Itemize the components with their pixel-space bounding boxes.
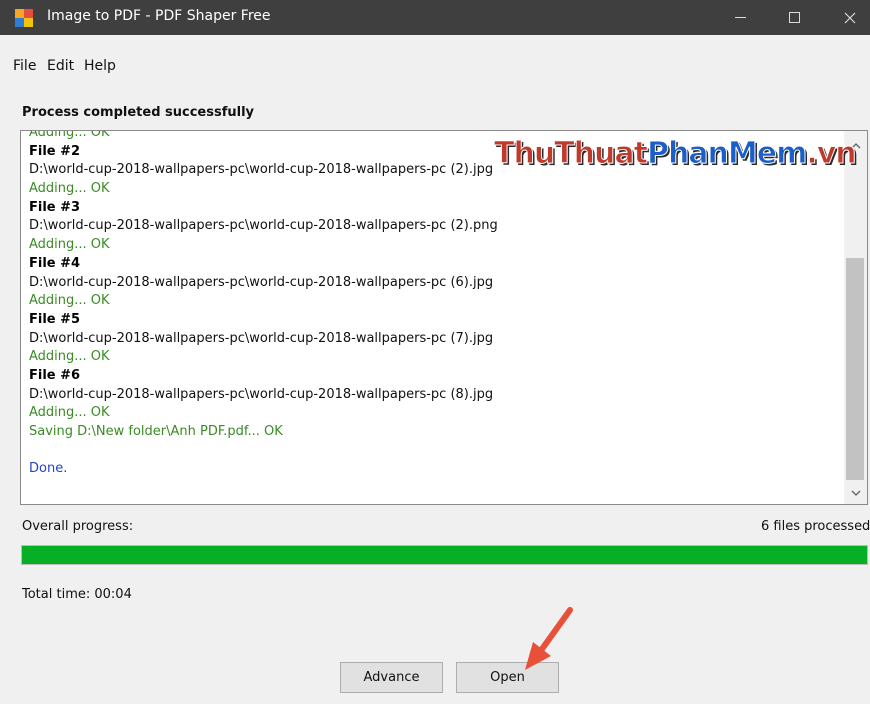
annotation-arrow-icon — [525, 607, 573, 670]
log-output[interactable]: Adding... OK File #2 D:\world-cup-2018-wal… — [20, 130, 868, 505]
files-processed-count: 6 files processed — [761, 519, 870, 534]
menu-bar: File Edit Help — [0, 35, 870, 80]
log-line: Adding... OK — [29, 349, 110, 365]
watermark-logo: ThuThuatPhanMem.vn — [494, 136, 858, 172]
log-line: File #5 — [29, 311, 81, 327]
minimize-icon[interactable] — [722, 0, 758, 35]
watermark-part2: PhanMem — [646, 136, 807, 172]
log-line: D:\world-cup-2018-wallpapers-pc\world-cu… — [29, 330, 494, 346]
title-bar: Image to PDF - PDF Shaper Free — [0, 0, 870, 35]
watermark-part1: ThuThuat — [494, 136, 649, 172]
log-line: Adding... OK — [29, 293, 110, 309]
menu-help[interactable]: Help — [84, 58, 116, 74]
log-line: File #4 — [29, 255, 81, 271]
menu-file[interactable]: File — [13, 58, 36, 74]
app-icon — [15, 9, 33, 27]
log-line: Adding... OK — [29, 237, 110, 253]
status-heading: Process completed successfully — [22, 105, 255, 120]
maximize-icon[interactable] — [776, 0, 812, 35]
menu-edit[interactable]: Edit — [47, 58, 74, 74]
scroll-thumb[interactable] — [846, 258, 864, 480]
total-time: Total time: 00:04 — [22, 587, 132, 602]
log-line: File #2 — [29, 143, 81, 159]
log-line: File #6 — [29, 367, 81, 383]
overall-progress-bar — [21, 545, 868, 565]
log-line: Adding... OK — [29, 405, 110, 421]
log-line: Adding... OK — [29, 181, 110, 197]
log-lines: Adding... OK File #2 D:\world-cup-2018-wal… — [29, 130, 498, 479]
close-icon[interactable] — [832, 0, 868, 35]
log-line: Saving D:\New folder\Anh PDF.pdf... OK — [29, 424, 283, 439]
progress-label: Overall progress: — [22, 519, 134, 534]
log-line: D:\world-cup-2018-wallpapers-pc\world-cu… — [29, 162, 494, 178]
log-line: Done. — [29, 461, 68, 477]
log-line: File #3 — [29, 199, 81, 215]
advance-button[interactable]: Advance — [340, 662, 443, 693]
progress-fill — [22, 546, 867, 564]
log-line: D:\world-cup-2018-wallpapers-pc\world-cu… — [29, 274, 494, 290]
window-title: Image to PDF - PDF Shaper Free — [47, 8, 271, 24]
log-line: Adding... OK — [29, 130, 110, 140]
log-scrollbar[interactable] — [844, 131, 867, 504]
chevron-down-icon[interactable] — [844, 482, 867, 504]
log-line: D:\world-cup-2018-wallpapers-pc\world-cu… — [29, 218, 498, 234]
log-line: D:\world-cup-2018-wallpapers-pc\world-cu… — [29, 386, 494, 402]
watermark-part3: .vn — [806, 136, 857, 172]
